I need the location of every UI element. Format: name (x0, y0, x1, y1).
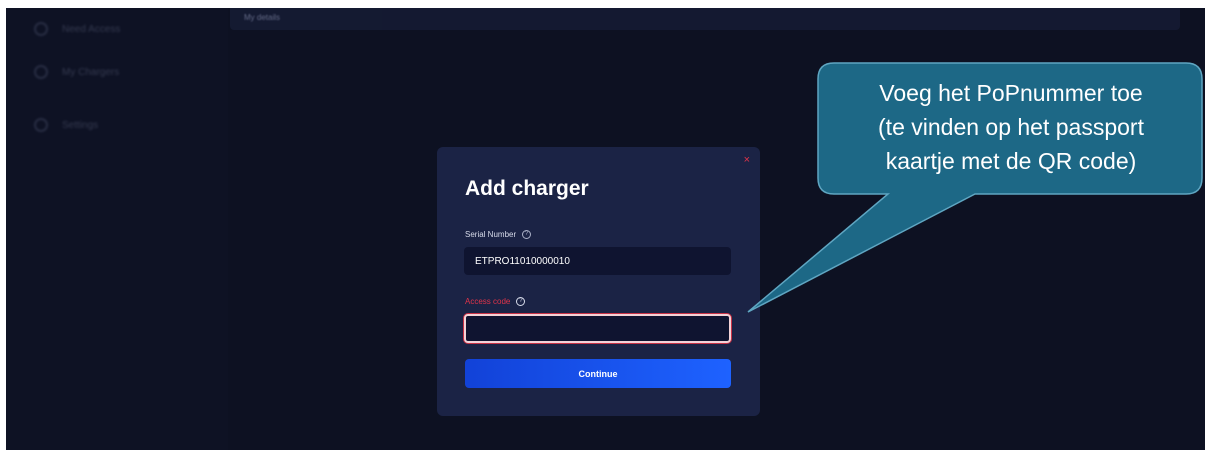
add-charger-modal: × Add charger Serial Number ? Access cod… (437, 147, 760, 416)
sidebar-item-label: Need Access (62, 23, 121, 35)
continue-button[interactable]: Continue (465, 359, 731, 388)
details-bar: My details (230, 8, 1180, 30)
modal-title: Add charger (465, 177, 589, 200)
help-icon[interactable]: ? (522, 230, 532, 239)
sidebar-item-my-chargers[interactable]: My Chargers (34, 61, 119, 83)
serial-number-input[interactable] (464, 247, 731, 275)
circle-icon (34, 65, 48, 79)
help-icon[interactable]: ? (516, 297, 526, 306)
sidebar: Need Access My Chargers Settings (6, 8, 228, 450)
gear-icon (34, 118, 48, 132)
sidebar-item-settings[interactable]: Settings (34, 114, 98, 136)
access-code-label-text: Access code (465, 297, 511, 306)
access-code-input[interactable] (464, 314, 731, 343)
sidebar-item-need-access[interactable]: Need Access (34, 18, 120, 40)
details-bar-label: My details (244, 13, 281, 22)
callout-text: Voeg het PoPnummer toe (te vinden op het… (878, 80, 1144, 174)
serial-number-label: Serial Number ? (465, 230, 532, 239)
sidebar-item-label: My Chargers (62, 66, 120, 78)
serial-number-label-text: Serial Number (465, 230, 517, 239)
close-icon[interactable]: × (744, 155, 750, 166)
sidebar-item-label: Settings (62, 119, 99, 131)
access-code-label: Access code ? (465, 297, 526, 306)
circle-icon (34, 22, 48, 36)
